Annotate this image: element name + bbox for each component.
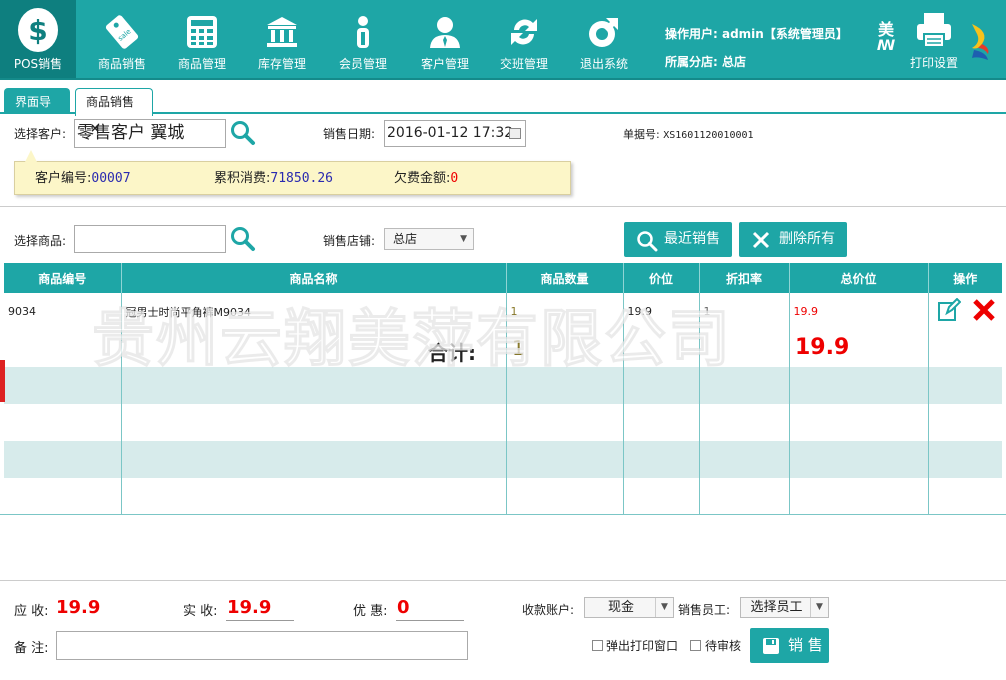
side-toggle-handle[interactable] (0, 360, 5, 402)
account-select[interactable]: 现金 ▼ (584, 597, 674, 618)
nav-label: POS销售 (13, 57, 63, 71)
account-label: 收款账户: (522, 603, 575, 617)
nav-member-management[interactable]: 会员管理 (322, 0, 404, 78)
sell-button[interactable]: 销 售 (750, 628, 829, 663)
column-header: 总价位 (789, 263, 929, 293)
calculator-icon (182, 12, 222, 52)
due-value: 19.9 (56, 597, 101, 618)
delete-icon[interactable] (972, 298, 996, 322)
customer-code-value: 00007 (91, 171, 131, 186)
table-row (4, 478, 1002, 515)
cell-total: 19.9 (789, 293, 929, 330)
paid-label: 实 收: (183, 604, 218, 619)
print-settings-button[interactable]: 打印设置 (904, 10, 964, 70)
store-select[interactable]: 总店 ▼ (384, 228, 474, 250)
sale-date-label: 销售日期: (323, 127, 376, 141)
tab-interface-navigation[interactable]: 界面导航 (4, 88, 70, 135)
nav-label: 商品销售 (97, 57, 146, 71)
save-icon (763, 638, 779, 654)
nav-inventory-management[interactable]: 库存管理 (242, 0, 322, 78)
exit-icon (584, 12, 624, 52)
branch-label: 所属分店: 总店 (665, 55, 746, 69)
discount-value[interactable]: 0 (397, 597, 410, 618)
tag-icon: sale (102, 12, 142, 52)
dollar-icon: $ (18, 8, 58, 52)
tab-product-sales[interactable]: 商品销售× (75, 88, 153, 135)
table-row (4, 441, 1002, 478)
user-icon (425, 12, 465, 52)
nav-label: 退出系统 (579, 57, 628, 71)
user-info: 操作用户: admin【系统管理员】 所属分店: 总店 (665, 20, 848, 76)
edit-icon[interactable] (937, 298, 961, 322)
recent-sales-button[interactable]: 最近销售 (624, 222, 732, 257)
chevron-down-icon: ▼ (810, 598, 828, 617)
search-icon[interactable] (230, 120, 256, 146)
refresh-icon (504, 12, 544, 52)
nav-label: 会员管理 (338, 57, 387, 71)
company-watermark: 贵州云翔美萍有限公司 (91, 302, 733, 376)
remark-input[interactable] (56, 631, 468, 660)
customer-input[interactable]: 零售客户 翼城 (74, 119, 226, 148)
product-label: 选择商品: (14, 234, 67, 248)
paid-value[interactable]: 19.9 (227, 597, 271, 618)
staff-label: 销售员工: (678, 603, 731, 617)
close-icon (752, 231, 770, 249)
column-header: 操作 (928, 263, 1002, 293)
calendar-icon[interactable] (509, 128, 521, 139)
top-navigation-bar: $ POS销售 sale 商品销售 商品管理 库存管理 会员管理 客户管理 交班… (0, 0, 1006, 80)
nav-shift-management[interactable]: 交班管理 (484, 0, 564, 78)
customer-label: 选择客户: (14, 127, 67, 141)
discount-label: 优 惠: (353, 604, 388, 619)
store-label: 销售店铺: (323, 234, 376, 248)
nav-product-management[interactable]: 商品管理 (162, 0, 242, 78)
nav-pos-sales[interactable]: $ POS销售 (0, 0, 76, 78)
corner-logo-icon (972, 24, 989, 60)
nav-product-sales[interactable]: sale 商品销售 (82, 0, 162, 78)
nav-label: 交班管理 (499, 57, 548, 71)
remark-label: 备 注: (14, 641, 49, 656)
print-popup-label: 弹出打印窗口 (606, 639, 679, 653)
customer-info-tooltip: 客户编号:00007 累积消费:71850.26 欠费金额:0 (14, 150, 571, 195)
pending-review-label: 待审核 (705, 639, 742, 653)
nav-label: 库存管理 (257, 57, 306, 71)
tab-bar: 界面导航 商品销售× (0, 80, 1006, 135)
chevron-down-icon: ▼ (655, 598, 673, 617)
order-number: 单据号: XS1601120010001 (623, 128, 754, 141)
staff-select[interactable]: 选择员工 ▼ (740, 597, 829, 618)
printer-icon (917, 13, 951, 48)
divider (0, 206, 1006, 207)
pending-review-checkbox[interactable] (690, 640, 701, 651)
total-consumption-value: 71850.26 (270, 171, 334, 186)
nav-customer-management[interactable]: 客户管理 (404, 0, 486, 78)
bank-icon (262, 12, 302, 52)
brand-logo: 美 ꟿ (876, 20, 896, 55)
footer-divider (0, 580, 1006, 581)
debt-value: 0 (450, 171, 459, 186)
chevron-down-icon: ▼ (460, 234, 467, 244)
total-amount: 19.9 (795, 335, 850, 360)
operator-label: 操作用户: admin【系统管理员】 (665, 27, 848, 41)
product-input[interactable] (74, 225, 226, 253)
info-icon (343, 12, 383, 52)
nav-label: 商品管理 (177, 57, 226, 71)
due-label: 应 收: (14, 604, 49, 619)
table-row (4, 404, 1002, 441)
delete-all-button[interactable]: 删除所有 (739, 222, 847, 257)
search-icon[interactable] (230, 226, 256, 252)
print-popup-checkbox[interactable] (592, 640, 603, 651)
search-icon (637, 231, 658, 252)
sale-date-input[interactable]: 2016-01-12 17:32 (384, 120, 526, 147)
nav-label: 客户管理 (420, 57, 469, 71)
table-bottom-border (0, 514, 1006, 515)
nav-exit-system[interactable]: 退出系统 (564, 0, 644, 78)
